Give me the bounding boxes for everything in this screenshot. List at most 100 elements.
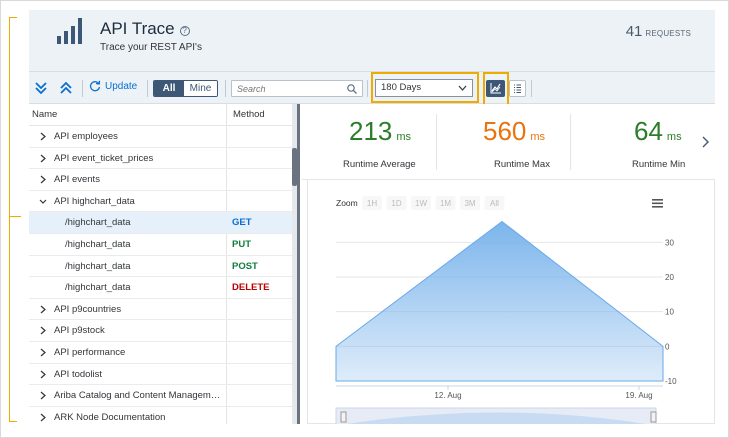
- api-row[interactable]: API events: [29, 169, 292, 191]
- row-method: PUT: [232, 239, 251, 250]
- api-row[interactable]: API p9stock: [29, 320, 292, 342]
- x-axis-labels: 12. Aug 19. Aug: [434, 386, 653, 400]
- api-row[interactable]: API highchart_data: [29, 191, 292, 213]
- toolbar: Update All Mine 180 Days: [29, 72, 715, 107]
- chart-view-button[interactable]: [486, 80, 505, 97]
- list-view-button[interactable]: [509, 80, 526, 97]
- api-row[interactable]: API todolist: [29, 364, 292, 386]
- chevron-right-icon[interactable]: [701, 135, 710, 149]
- chevron-right-icon[interactable]: [39, 326, 47, 335]
- expand-all-icon[interactable]: [59, 80, 73, 96]
- column-header-name[interactable]: Name: [32, 109, 57, 120]
- zoom-button-1h[interactable]: 1H: [362, 196, 382, 210]
- update-label: Update: [105, 80, 138, 92]
- kpi-value: 213: [349, 116, 393, 146]
- api-row[interactable]: API event_ticket_prices: [29, 148, 292, 170]
- endpoint-row[interactable]: /highchart_data PUT: [29, 234, 292, 256]
- api-row[interactable]: ARK Node Documentation: [29, 407, 292, 424]
- row-method: GET: [232, 217, 252, 229]
- request-counter: 41 REQUESTS: [626, 23, 691, 40]
- row-name: API employees: [54, 131, 118, 142]
- row-name: /highchart_data: [65, 260, 131, 272]
- zoom-button-3m[interactable]: 3M: [460, 196, 480, 210]
- y-tick-label: 20: [665, 273, 674, 282]
- y-tick-label: -10: [665, 377, 677, 386]
- row-name: /highchart_data: [65, 282, 131, 294]
- kpi-label: Runtime Min: [632, 159, 686, 170]
- help-icon[interactable]: ?: [179, 25, 190, 36]
- chevron-right-icon[interactable]: [39, 413, 47, 422]
- update-button[interactable]: Update: [89, 80, 137, 92]
- row-name: API performance: [54, 347, 126, 358]
- api-row[interactable]: API employees: [29, 126, 292, 148]
- kpi-unit: ms: [530, 131, 546, 143]
- left-bracket-tick: [9, 216, 21, 217]
- navigator[interactable]: [335, 407, 657, 424]
- chevron-right-icon[interactable]: [39, 154, 47, 163]
- chevron-right-icon[interactable]: [39, 348, 47, 357]
- column-header-method[interactable]: Method: [233, 109, 265, 120]
- app-header: API Trace ? Trace your REST API's 41 REQ…: [29, 10, 715, 72]
- period-select-value: 180 Days: [381, 82, 422, 93]
- panel-splitter[interactable]: [297, 104, 300, 424]
- row-name: /highchart_data: [65, 217, 131, 229]
- y-axis-labels: 30 20 10 0 -10: [665, 238, 677, 386]
- api-row[interactable]: Ariba Catalog and Content Manageme...: [29, 385, 292, 407]
- zoom-button-1d[interactable]: 1D: [386, 196, 407, 210]
- navigator-handle-left[interactable]: [340, 411, 347, 423]
- row-name: ARK Node Documentation: [54, 411, 166, 423]
- kpi-runtime-min: 64 ms Runtime Min: [571, 104, 701, 180]
- search-icon[interactable]: [347, 84, 357, 94]
- zoom-button-label: 1W: [415, 199, 427, 208]
- chevron-right-icon[interactable]: [39, 175, 47, 184]
- kpi-value: 64: [634, 116, 663, 146]
- row-name: API p9countries: [54, 303, 122, 315]
- search-input[interactable]: [237, 82, 342, 95]
- segment-mine-button[interactable]: Mine: [184, 81, 217, 96]
- x-tick-label: 19. Aug: [625, 391, 652, 400]
- zoom-label: Zoom: [336, 198, 358, 208]
- row-name: /highchart_data: [65, 239, 131, 250]
- left-bracket-marker: [9, 17, 17, 422]
- zoom-button-all[interactable]: All: [484, 196, 505, 210]
- bar-chart-icon: [57, 18, 83, 44]
- endpoint-row[interactable]: /highchart_data POST: [29, 256, 292, 278]
- toolbar-divider: [367, 80, 368, 97]
- navigator-handle-right[interactable]: [650, 411, 657, 423]
- segment-all-button[interactable]: All: [154, 81, 184, 96]
- request-count: 41: [625, 23, 643, 40]
- table-header: Name Method: [29, 104, 292, 126]
- runtime-chart: Zoom 1H 1D 1W 1M 3M All 30 20 10 0 -10 12. Aug 19.…: [335, 196, 677, 424]
- chevron-right-icon[interactable]: [39, 370, 47, 379]
- kpi-runtime-average: 213 ms Runtime Average: [302, 104, 436, 180]
- row-name: API highchart_data: [54, 195, 135, 207]
- zoom-button-1m[interactable]: 1M: [435, 196, 456, 210]
- series-area: [335, 220, 664, 382]
- api-tree-table: Name Method API employees API event_ticke…: [29, 104, 292, 424]
- chevron-right-icon[interactable]: [39, 132, 47, 141]
- list-icon: [514, 84, 521, 93]
- api-row[interactable]: API performance: [29, 342, 292, 364]
- page-title: API Trace: [100, 19, 175, 38]
- x-tick-label: 12. Aug: [434, 391, 461, 400]
- y-tick-label: 10: [665, 308, 674, 317]
- line-chart-icon: [490, 83, 501, 94]
- kpi-value-row: 64 ms: [634, 116, 682, 147]
- runtime-chart-card: Zoom 1H 1D 1W 1M 3M All 30 20 10 0 -10 12. Aug 19.…: [307, 179, 715, 424]
- refresh-icon: [89, 80, 101, 92]
- api-trace-app: API Trace ? Trace your REST API's 41 REQ…: [29, 10, 715, 424]
- zoom-button-1w[interactable]: 1W: [411, 196, 431, 210]
- chevron-right-icon[interactable]: [39, 305, 47, 314]
- collapse-all-icon[interactable]: [34, 80, 48, 96]
- api-row[interactable]: API p9countries: [29, 299, 292, 321]
- chevron-right-icon[interactable]: [39, 391, 47, 400]
- endpoint-row[interactable]: /highchart_data DELETE: [29, 277, 292, 299]
- endpoint-row[interactable]: /highchart_data GET: [29, 212, 292, 234]
- kpi-unit: ms: [396, 131, 412, 143]
- period-select[interactable]: 180 Days: [375, 79, 473, 97]
- search-field[interactable]: [231, 80, 363, 97]
- toolbar-divider: [531, 80, 532, 97]
- hamburger-icon[interactable]: [652, 199, 663, 208]
- chevron-down-icon: [458, 85, 467, 91]
- chevron-down-icon[interactable]: [39, 197, 47, 206]
